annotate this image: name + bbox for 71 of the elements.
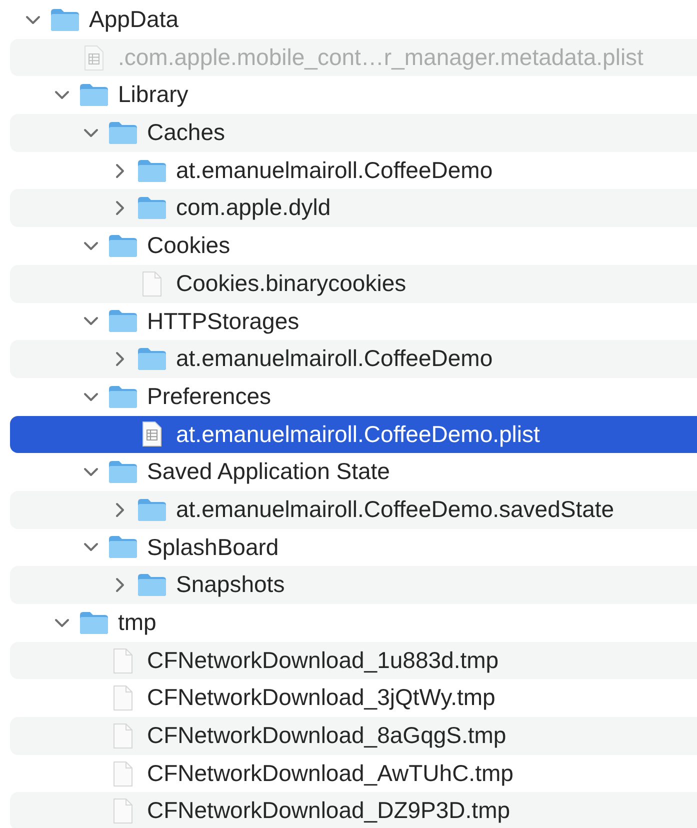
chevron-icon[interactable] — [25, 14, 41, 26]
tree-row[interactable]: HTTPStorages — [10, 302, 697, 340]
file-name: Snapshots — [176, 571, 285, 599]
chevron-icon[interactable] — [83, 315, 99, 328]
folder-icon — [79, 610, 109, 635]
folder-icon — [137, 196, 167, 220]
folder-icon — [79, 83, 109, 108]
chevron-icon[interactable] — [83, 390, 99, 403]
file-name: tmp — [118, 609, 156, 637]
tree-row[interactable]: CFNetworkDownload_1u883d.tmp — [10, 642, 697, 680]
file-name: at.emanuelmairoll.CoffeeDemo — [176, 345, 493, 373]
tree-row[interactable]: Cookies — [10, 227, 697, 265]
chevron-icon[interactable] — [114, 502, 126, 518]
folder-icon — [108, 384, 138, 409]
file-name: at.emanuelmairoll.CoffeeDemo.savedState — [176, 496, 614, 524]
tree-row[interactable]: SplashBoard — [10, 528, 697, 566]
chevron-icon[interactable] — [114, 200, 126, 216]
folder-icon — [50, 8, 80, 32]
file-name: Library — [118, 81, 188, 110]
tree-row[interactable]: Cookies.binarycookies — [10, 264, 697, 302]
file-name: CFNetworkDownload_AwTUhC.tmp — [147, 760, 514, 788]
tree-row[interactable]: Saved Application State — [10, 453, 697, 491]
file-name: at.emanuelmairoll.CoffeeDemo — [176, 156, 493, 184]
file-name: com.apple.dyld — [176, 194, 331, 222]
tree-row[interactable]: CFNetworkDownload_DZ9P3D.tmp — [10, 792, 697, 828]
file-name: CFNetworkDownload_8aGqgS.tmp — [147, 722, 506, 750]
tree-row[interactable]: Snapshots — [10, 566, 697, 604]
file-name: SplashBoard — [147, 534, 279, 562]
tree-row[interactable]: at.emanuelmairoll.CoffeeDemo.savedState — [10, 490, 697, 529]
folder-icon — [108, 120, 138, 145]
folder-icon — [137, 158, 167, 183]
tree-row[interactable]: CFNetworkDownload_8aGqgS.tmp — [10, 717, 697, 755]
chevron-icon[interactable] — [83, 466, 99, 478]
chevron-icon[interactable] — [83, 126, 99, 139]
tree-row[interactable]: com.apple.dyld — [10, 189, 697, 228]
file-name: HTTPStorages — [147, 308, 300, 336]
folder-icon — [108, 535, 138, 560]
folder-icon — [137, 573, 167, 598]
tree-row[interactable]: tmp — [10, 604, 697, 642]
file-name: CFNetworkDownload_3jQtWy.tmp — [147, 684, 496, 712]
file-name: at.emanuelmairoll.CoffeeDemo.plist — [176, 420, 540, 448]
tree-row[interactable]: Library — [10, 76, 697, 114]
tree-row[interactable]: AppData — [10, 1, 697, 39]
tree-row[interactable]: Preferences — [10, 378, 697, 416]
tree-row[interactable]: at.emanuelmairoll.CoffeeDemo — [10, 340, 697, 378]
file-name: Cookies — [147, 232, 230, 260]
file-name: CFNetworkDownload_1u883d.tmp — [147, 646, 499, 674]
chevron-icon[interactable] — [54, 89, 70, 102]
file-name: .com.apple.mobile_cont…r_manager.metadata.plist — [118, 44, 644, 72]
chevron-icon[interactable] — [114, 351, 126, 368]
folder-icon — [108, 460, 138, 484]
chevron-icon[interactable] — [114, 577, 126, 594]
tree-row[interactable]: Caches — [10, 114, 697, 152]
folder-icon — [108, 234, 138, 258]
tree-row[interactable]: at.emanuelmairoll.CoffeeDemo.plist — [10, 416, 697, 454]
tree-row[interactable]: CFNetworkDownload_3jQtWy.tmp — [10, 679, 697, 718]
chevron-icon[interactable] — [83, 541, 99, 554]
folder-icon — [108, 309, 138, 334]
chevron-icon[interactable] — [83, 240, 99, 252]
file-name: AppData — [89, 6, 179, 34]
file-name: Caches — [147, 119, 225, 147]
chevron-icon[interactable] — [54, 616, 70, 629]
folder-icon — [137, 347, 167, 372]
file-name: Preferences — [147, 382, 272, 411]
file-name: CFNetworkDownload_DZ9P3D.tmp — [147, 797, 510, 826]
tree-row[interactable]: CFNetworkDownload_AwTUhC.tmp — [10, 754, 697, 792]
tree-row[interactable]: at.emanuelmairoll.CoffeeDemo — [10, 152, 697, 190]
file-name: Saved Application State — [147, 458, 390, 486]
file-name: Cookies.binarycookies — [176, 270, 406, 298]
chevron-icon[interactable] — [114, 162, 126, 179]
folder-icon — [137, 498, 167, 522]
